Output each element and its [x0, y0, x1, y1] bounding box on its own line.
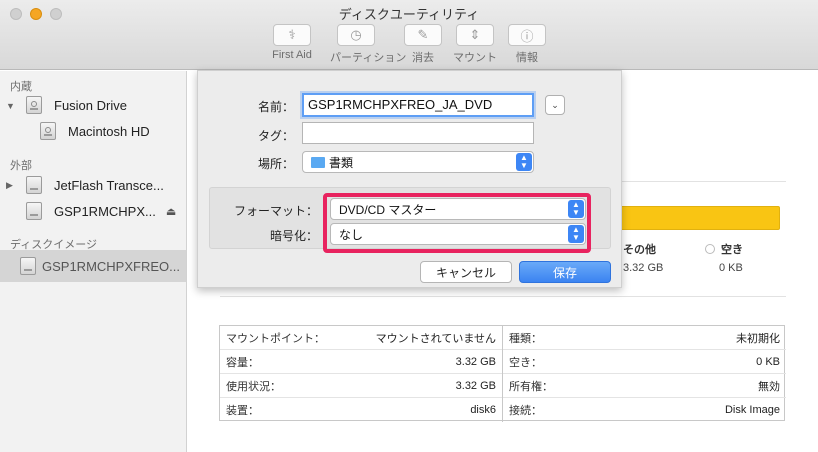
info-value: 3.32 GB: [455, 379, 496, 392]
volume-icon: [40, 122, 56, 140]
toolbar-label: マウント: [453, 52, 497, 64]
name-label: 名前：: [257, 100, 294, 114]
popup-arrows-icon: ▲ ▼: [516, 153, 532, 171]
info-value: 無効: [758, 380, 780, 393]
eject-icon[interactable]: ⏏: [166, 205, 176, 218]
info-value: disk6: [470, 404, 496, 416]
info-label: 容量：: [226, 356, 259, 369]
section-internal: 内蔵: [10, 81, 32, 93]
info-value: 3.32 GB: [455, 355, 496, 368]
info-value: Disk Image: [724, 404, 780, 416]
sidebar-item-label: Fusion Drive: [54, 97, 127, 113]
hard-drive-icon: [26, 96, 42, 114]
toolbar-label: 消去: [412, 52, 434, 64]
info-label: 空き：: [509, 356, 542, 369]
sidebar-item-label: Macintosh HD: [68, 123, 150, 139]
folder-icon: [311, 156, 325, 168]
section-external: 外部: [10, 160, 32, 172]
sidebar-item-gsp-volume[interactable]: GSP1RMCHPX... ⏏: [26, 202, 176, 220]
info-value: マウントされていません: [375, 332, 496, 345]
info-column-right: 種類： 未初期化 空き： 0 KB 所有権： 無効 接続： Disk Image: [503, 326, 786, 422]
save-button[interactable]: 保存: [519, 261, 611, 283]
info-row: 空き： 0 KB: [503, 350, 786, 374]
toolbar-label: First Aid: [272, 49, 312, 61]
usage-bar: [620, 206, 780, 230]
legend-free: 空き: [705, 241, 743, 257]
format-label: フォーマット：: [233, 204, 318, 218]
toolbar-erase[interactable]: ✎ 消去: [397, 24, 449, 65]
info-value: 未初期化: [736, 332, 780, 345]
info-label: 装置：: [226, 405, 259, 417]
info-row: 装置： disk6: [220, 398, 502, 422]
free-space-swatch: [705, 244, 715, 254]
info-row: 接続： Disk Image: [503, 398, 786, 422]
window-toolbar: ディスクユーティリティ ⚕ First Aid ◷ パーティション ✎ 消去 ⇕…: [0, 0, 818, 70]
sidebar-item-disk-image[interactable]: GSP1RMCHPXFREO...: [20, 257, 180, 275]
info-row: 所有権： 無効: [503, 374, 786, 398]
sidebar-item-macintosh-hd[interactable]: Macintosh HD: [40, 122, 150, 140]
stethoscope-icon[interactable]: ⚕: [273, 24, 311, 46]
info-column-left: マウントポイント： マウントされていません 容量： 3.32 GB 使用状況： …: [220, 326, 503, 422]
info-row: 使用状況： 3.32 GB: [220, 374, 502, 398]
sidebar-item-label: GSP1RMCHPXFREO...: [42, 258, 180, 274]
legend-free-label: 空き: [721, 244, 743, 256]
volume-icon: [26, 202, 42, 220]
save-sheet: 名前： GSP1RMCHPXFREO_JA_DVD ⌄ タグ： 場所： 書類 ▲…: [197, 70, 622, 288]
disclosure-triangle-icon[interactable]: ▶: [6, 180, 13, 191]
tag-field[interactable]: [302, 122, 534, 144]
sidebar-item-label: GSP1RMCHPX...: [54, 203, 156, 219]
info-row: 種類： 未初期化: [503, 326, 786, 350]
info-label: 種類：: [509, 332, 542, 345]
name-field[interactable]: GSP1RMCHPXFREO_JA_DVD: [302, 93, 534, 117]
toolbar-label: パーティション: [330, 52, 407, 64]
tag-label: タグ：: [257, 129, 294, 143]
sidebar-item-fusion-drive[interactable]: Fusion Drive: [26, 96, 127, 114]
toolbar-first-aid[interactable]: ⚕ First Aid: [266, 24, 318, 61]
location-popup[interactable]: 書類 ▲ ▼: [302, 151, 534, 173]
window-title: ディスクユーティリティ: [338, 7, 480, 22]
erase-icon[interactable]: ✎: [404, 24, 442, 46]
legend-other-value: 3.32 GB: [623, 262, 664, 274]
toolbar-info[interactable]: ⓘ 情報: [501, 24, 553, 65]
info-table: マウントポイント： マウントされていません 容量： 3.32 GB 使用状況： …: [219, 325, 786, 422]
sidebar-item-jetflash[interactable]: JetFlash Transce...: [26, 176, 164, 194]
info-row: 容量： 3.32 GB: [220, 350, 502, 374]
sidebar-item-label: JetFlash Transce...: [54, 177, 164, 193]
disclosure-triangle-icon[interactable]: ▼: [6, 101, 15, 111]
chevron-down-icon[interactable]: ⌄: [545, 95, 565, 115]
legend-free-value: 0 KB: [719, 262, 743, 274]
divider: [220, 296, 786, 297]
info-row: マウントポイント： マウントされていません: [220, 326, 502, 350]
toolbar-partition[interactable]: ◷ パーティション: [330, 24, 407, 65]
mount-icon[interactable]: ⇕: [456, 24, 494, 46]
info-label: 接続：: [509, 405, 542, 417]
legend-other: その他: [623, 244, 656, 256]
cancel-button[interactable]: キャンセル: [420, 261, 512, 283]
annotation-highlight-box: [323, 193, 591, 253]
info-label: 所有権：: [509, 380, 553, 393]
external-drive-icon: [26, 176, 42, 194]
info-label: マウントポイント：: [226, 332, 325, 345]
toolbar-mount[interactable]: ⇕ マウント: [449, 24, 501, 65]
info-icon[interactable]: ⓘ: [508, 24, 546, 46]
info-label: 使用状況：: [226, 380, 281, 393]
info-value: 0 KB: [756, 355, 780, 368]
toolbar-label: 情報: [516, 52, 538, 64]
encryption-label: 暗号化：: [269, 229, 318, 243]
location-value: 書類: [329, 155, 354, 170]
location-label: 場所：: [257, 157, 294, 171]
disk-image-icon: [20, 257, 36, 275]
partition-icon[interactable]: ◷: [337, 24, 375, 46]
sidebar: 内蔵 ▼ Fusion Drive Macintosh HD 外部 ▶ JetF…: [0, 71, 187, 452]
